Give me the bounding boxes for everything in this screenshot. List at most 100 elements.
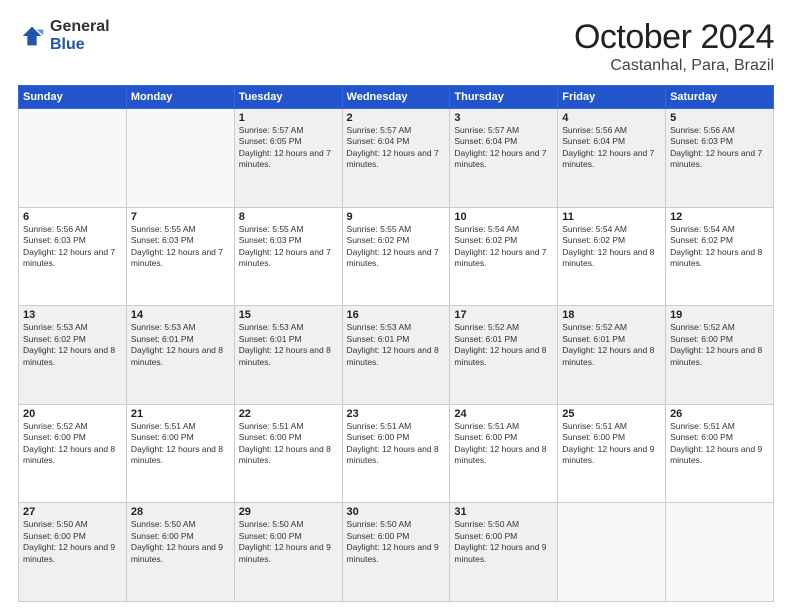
day-number: 3	[454, 112, 553, 124]
day-info: Sunrise: 5:50 AMSunset: 6:00 PMDaylight:…	[239, 519, 331, 563]
day-number: 28	[131, 506, 230, 518]
day-cell: 23Sunrise: 5:51 AMSunset: 6:00 PMDayligh…	[342, 404, 450, 503]
day-cell: 20Sunrise: 5:52 AMSunset: 6:00 PMDayligh…	[19, 404, 127, 503]
day-info: Sunrise: 5:50 AMSunset: 6:00 PMDaylight:…	[454, 519, 546, 563]
day-info: Sunrise: 5:53 AMSunset: 6:01 PMDaylight:…	[347, 322, 439, 366]
week-row-4: 20Sunrise: 5:52 AMSunset: 6:00 PMDayligh…	[19, 404, 774, 503]
day-info: Sunrise: 5:55 AMSunset: 6:03 PMDaylight:…	[131, 224, 223, 268]
day-number: 13	[23, 309, 122, 321]
day-number: 25	[562, 408, 661, 420]
title-block: October 2024 Castanhal, Para, Brazil	[574, 18, 774, 75]
day-info: Sunrise: 5:53 AMSunset: 6:01 PMDaylight:…	[131, 322, 223, 366]
day-cell: 14Sunrise: 5:53 AMSunset: 6:01 PMDayligh…	[126, 306, 234, 405]
day-cell: 13Sunrise: 5:53 AMSunset: 6:02 PMDayligh…	[19, 306, 127, 405]
day-info: Sunrise: 5:50 AMSunset: 6:00 PMDaylight:…	[131, 519, 223, 563]
day-number: 23	[347, 408, 446, 420]
day-cell: 25Sunrise: 5:51 AMSunset: 6:00 PMDayligh…	[558, 404, 666, 503]
day-number: 5	[670, 112, 769, 124]
day-number: 15	[239, 309, 338, 321]
day-number: 17	[454, 309, 553, 321]
logo-icon	[18, 22, 46, 50]
day-cell: 10Sunrise: 5:54 AMSunset: 6:02 PMDayligh…	[450, 207, 558, 306]
weekday-header-tuesday: Tuesday	[234, 86, 342, 109]
day-number: 1	[239, 112, 338, 124]
day-info: Sunrise: 5:54 AMSunset: 6:02 PMDaylight:…	[454, 224, 546, 268]
day-number: 29	[239, 506, 338, 518]
day-cell	[666, 503, 774, 602]
day-cell: 26Sunrise: 5:51 AMSunset: 6:00 PMDayligh…	[666, 404, 774, 503]
day-info: Sunrise: 5:55 AMSunset: 6:02 PMDaylight:…	[347, 224, 439, 268]
day-info: Sunrise: 5:57 AMSunset: 6:05 PMDaylight:…	[239, 125, 331, 169]
day-cell: 7Sunrise: 5:55 AMSunset: 6:03 PMDaylight…	[126, 207, 234, 306]
weekday-header-monday: Monday	[126, 86, 234, 109]
day-cell: 12Sunrise: 5:54 AMSunset: 6:02 PMDayligh…	[666, 207, 774, 306]
day-number: 8	[239, 211, 338, 223]
day-number: 2	[347, 112, 446, 124]
day-cell: 8Sunrise: 5:55 AMSunset: 6:03 PMDaylight…	[234, 207, 342, 306]
day-number: 24	[454, 408, 553, 420]
day-number: 14	[131, 309, 230, 321]
day-cell: 24Sunrise: 5:51 AMSunset: 6:00 PMDayligh…	[450, 404, 558, 503]
day-info: Sunrise: 5:56 AMSunset: 6:03 PMDaylight:…	[23, 224, 115, 268]
day-info: Sunrise: 5:50 AMSunset: 6:00 PMDaylight:…	[23, 519, 115, 563]
day-info: Sunrise: 5:53 AMSunset: 6:01 PMDaylight:…	[239, 322, 331, 366]
day-info: Sunrise: 5:54 AMSunset: 6:02 PMDaylight:…	[562, 224, 654, 268]
day-cell	[558, 503, 666, 602]
day-cell: 11Sunrise: 5:54 AMSunset: 6:02 PMDayligh…	[558, 207, 666, 306]
day-number: 9	[347, 211, 446, 223]
day-info: Sunrise: 5:52 AMSunset: 6:01 PMDaylight:…	[562, 322, 654, 366]
day-cell: 28Sunrise: 5:50 AMSunset: 6:00 PMDayligh…	[126, 503, 234, 602]
day-info: Sunrise: 5:51 AMSunset: 6:00 PMDaylight:…	[131, 421, 223, 465]
day-number: 30	[347, 506, 446, 518]
logo-general: General	[50, 18, 110, 36]
month-title: October 2024	[574, 18, 774, 57]
day-number: 16	[347, 309, 446, 321]
day-cell: 30Sunrise: 5:50 AMSunset: 6:00 PMDayligh…	[342, 503, 450, 602]
day-cell: 9Sunrise: 5:55 AMSunset: 6:02 PMDaylight…	[342, 207, 450, 306]
day-cell: 16Sunrise: 5:53 AMSunset: 6:01 PMDayligh…	[342, 306, 450, 405]
day-cell: 1Sunrise: 5:57 AMSunset: 6:05 PMDaylight…	[234, 109, 342, 208]
day-cell: 4Sunrise: 5:56 AMSunset: 6:04 PMDaylight…	[558, 109, 666, 208]
day-info: Sunrise: 5:52 AMSunset: 6:00 PMDaylight:…	[670, 322, 762, 366]
day-cell: 5Sunrise: 5:56 AMSunset: 6:03 PMDaylight…	[666, 109, 774, 208]
weekday-header-wednesday: Wednesday	[342, 86, 450, 109]
day-number: 12	[670, 211, 769, 223]
weekday-header-saturday: Saturday	[666, 86, 774, 109]
day-cell: 21Sunrise: 5:51 AMSunset: 6:00 PMDayligh…	[126, 404, 234, 503]
day-cell: 15Sunrise: 5:53 AMSunset: 6:01 PMDayligh…	[234, 306, 342, 405]
day-info: Sunrise: 5:51 AMSunset: 6:00 PMDaylight:…	[454, 421, 546, 465]
day-cell: 3Sunrise: 5:57 AMSunset: 6:04 PMDaylight…	[450, 109, 558, 208]
day-cell: 19Sunrise: 5:52 AMSunset: 6:00 PMDayligh…	[666, 306, 774, 405]
day-info: Sunrise: 5:57 AMSunset: 6:04 PMDaylight:…	[454, 125, 546, 169]
weekday-header-friday: Friday	[558, 86, 666, 109]
page: General Blue October 2024 Castanhal, Par…	[0, 0, 792, 612]
day-number: 22	[239, 408, 338, 420]
week-row-3: 13Sunrise: 5:53 AMSunset: 6:02 PMDayligh…	[19, 306, 774, 405]
day-cell	[126, 109, 234, 208]
day-cell: 22Sunrise: 5:51 AMSunset: 6:00 PMDayligh…	[234, 404, 342, 503]
day-cell: 6Sunrise: 5:56 AMSunset: 6:03 PMDaylight…	[19, 207, 127, 306]
day-info: Sunrise: 5:51 AMSunset: 6:00 PMDaylight:…	[562, 421, 654, 465]
day-info: Sunrise: 5:52 AMSunset: 6:00 PMDaylight:…	[23, 421, 115, 465]
day-cell	[19, 109, 127, 208]
day-number: 26	[670, 408, 769, 420]
day-cell: 17Sunrise: 5:52 AMSunset: 6:01 PMDayligh…	[450, 306, 558, 405]
day-number: 7	[131, 211, 230, 223]
day-cell: 2Sunrise: 5:57 AMSunset: 6:04 PMDaylight…	[342, 109, 450, 208]
day-info: Sunrise: 5:51 AMSunset: 6:00 PMDaylight:…	[670, 421, 762, 465]
day-info: Sunrise: 5:53 AMSunset: 6:02 PMDaylight:…	[23, 322, 115, 366]
logo-text: General Blue	[50, 18, 110, 53]
day-cell: 31Sunrise: 5:50 AMSunset: 6:00 PMDayligh…	[450, 503, 558, 602]
weekday-header-thursday: Thursday	[450, 86, 558, 109]
day-info: Sunrise: 5:51 AMSunset: 6:00 PMDaylight:…	[347, 421, 439, 465]
logo-blue: Blue	[50, 36, 110, 54]
day-info: Sunrise: 5:52 AMSunset: 6:01 PMDaylight:…	[454, 322, 546, 366]
day-number: 10	[454, 211, 553, 223]
day-info: Sunrise: 5:56 AMSunset: 6:04 PMDaylight:…	[562, 125, 654, 169]
day-number: 19	[670, 309, 769, 321]
day-number: 21	[131, 408, 230, 420]
day-number: 11	[562, 211, 661, 223]
location-title: Castanhal, Para, Brazil	[574, 57, 774, 75]
day-number: 18	[562, 309, 661, 321]
weekday-header-sunday: Sunday	[19, 86, 127, 109]
